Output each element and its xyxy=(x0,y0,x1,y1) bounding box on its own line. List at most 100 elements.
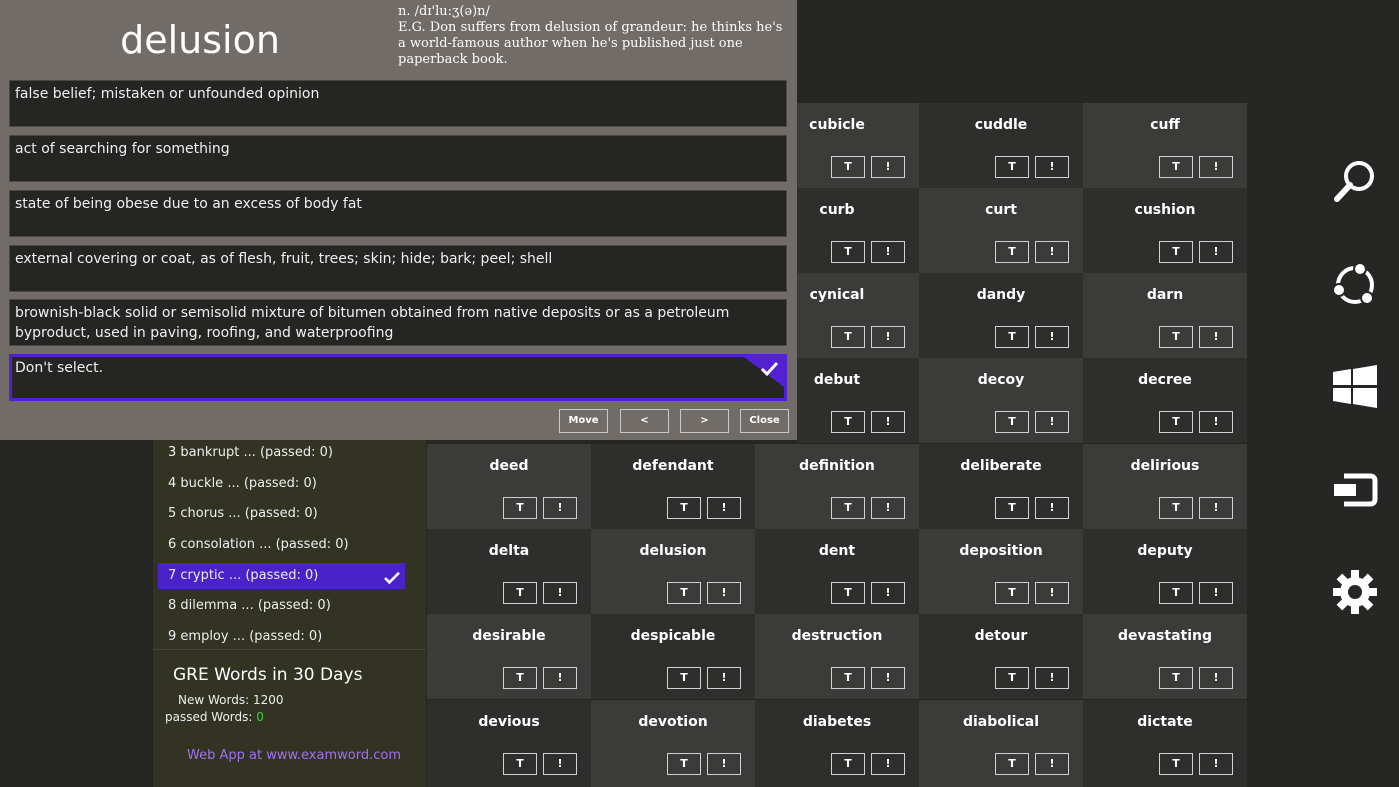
test-button[interactable]: T xyxy=(667,497,701,519)
move-button[interactable]: Move xyxy=(559,409,608,433)
test-button[interactable]: T xyxy=(1159,667,1193,689)
test-button[interactable]: T xyxy=(995,667,1029,689)
test-button[interactable]: T xyxy=(995,497,1029,519)
word-tile[interactable]: delta T! xyxy=(427,529,591,614)
word-tile[interactable]: deliberate T! xyxy=(919,444,1083,529)
lesson-item[interactable]: 6 consolation ... (passed: 0) xyxy=(158,532,405,558)
mark-button[interactable]: ! xyxy=(871,326,905,348)
test-button[interactable]: T xyxy=(831,753,865,775)
test-button[interactable]: T xyxy=(995,582,1029,604)
search-icon[interactable] xyxy=(1330,157,1380,207)
word-tile[interactable]: deposition T! xyxy=(919,529,1083,614)
test-button[interactable]: T xyxy=(1159,326,1193,348)
word-tile[interactable]: decree T! xyxy=(1083,358,1247,443)
test-button[interactable]: T xyxy=(667,582,701,604)
test-button[interactable]: T xyxy=(995,241,1029,263)
close-button[interactable]: Close xyxy=(740,409,789,433)
mark-button[interactable]: ! xyxy=(707,753,741,775)
test-button[interactable]: T xyxy=(503,753,537,775)
test-button[interactable]: T xyxy=(1159,497,1193,519)
test-button[interactable]: T xyxy=(995,411,1029,433)
word-tile[interactable]: cuddle T! xyxy=(919,103,1083,188)
word-tile[interactable]: delirious T! xyxy=(1083,444,1247,529)
test-button[interactable]: T xyxy=(831,326,865,348)
test-button[interactable]: T xyxy=(503,667,537,689)
mark-button[interactable]: ! xyxy=(1035,326,1069,348)
word-tile[interactable]: decoy T! xyxy=(919,358,1083,443)
mark-button[interactable]: ! xyxy=(543,753,577,775)
word-tile[interactable]: dent T! xyxy=(755,529,919,614)
mark-button[interactable]: ! xyxy=(1199,411,1233,433)
test-button[interactable]: T xyxy=(831,497,865,519)
test-button[interactable]: T xyxy=(1159,241,1193,263)
word-tile[interactable]: cubicle T! xyxy=(797,103,919,188)
mark-button[interactable]: ! xyxy=(1035,411,1069,433)
mark-button[interactable]: ! xyxy=(1035,753,1069,775)
word-tile[interactable]: definition T! xyxy=(755,444,919,529)
word-tile[interactable]: devotion T! xyxy=(591,700,755,787)
next-button[interactable]: > xyxy=(680,409,729,433)
mark-button[interactable]: ! xyxy=(871,582,905,604)
mark-button[interactable]: ! xyxy=(707,582,741,604)
definition-option[interactable]: act of searching for something xyxy=(9,135,787,182)
definition-option[interactable]: external covering or coat, as of flesh, … xyxy=(9,245,787,292)
lesson-item[interactable]: 8 dilemma ... (passed: 0) xyxy=(158,593,405,619)
word-tile[interactable]: destruction T! xyxy=(755,614,919,699)
mark-button[interactable]: ! xyxy=(871,667,905,689)
mark-button[interactable]: ! xyxy=(1199,156,1233,178)
lesson-item[interactable]: 4 buckle ... (passed: 0) xyxy=(158,471,405,497)
definition-option[interactable]: brownish-black solid or semisolid mixtur… xyxy=(9,299,787,346)
word-tile[interactable]: diabetes T! xyxy=(755,700,919,787)
test-button[interactable]: T xyxy=(1159,753,1193,775)
mark-button[interactable]: ! xyxy=(871,753,905,775)
mark-button[interactable]: ! xyxy=(1199,582,1233,604)
mark-button[interactable]: ! xyxy=(1035,497,1069,519)
word-tile[interactable]: detour T! xyxy=(919,614,1083,699)
word-tile[interactable]: dictate T! xyxy=(1083,700,1247,787)
lesson-item[interactable]: 5 chorus ... (passed: 0) xyxy=(158,501,405,527)
mark-button[interactable]: ! xyxy=(707,497,741,519)
word-tile[interactable]: cynical T! xyxy=(797,273,919,358)
mark-button[interactable]: ! xyxy=(543,497,577,519)
share-icon[interactable] xyxy=(1330,260,1380,310)
mark-button[interactable]: ! xyxy=(871,411,905,433)
word-tile[interactable]: diabolical T! xyxy=(919,700,1083,787)
mark-button[interactable]: ! xyxy=(871,156,905,178)
lesson-item[interactable]: 3 bankrupt ... (passed: 0) xyxy=(158,440,405,466)
web-app-link[interactable]: Web App at www.examword.com xyxy=(187,748,401,763)
test-button[interactable]: T xyxy=(503,582,537,604)
mark-button[interactable]: ! xyxy=(1199,241,1233,263)
definition-option[interactable]: state of being obese due to an excess of… xyxy=(9,190,787,237)
lesson-item[interactable]: 7 cryptic ... (passed: 0) xyxy=(158,562,405,589)
mark-button[interactable]: ! xyxy=(1035,241,1069,263)
test-button[interactable]: T xyxy=(667,667,701,689)
mark-button[interactable]: ! xyxy=(1035,667,1069,689)
word-tile[interactable]: delusion T! xyxy=(591,529,755,614)
word-tile[interactable]: devastating T! xyxy=(1083,614,1247,699)
mark-button[interactable]: ! xyxy=(871,497,905,519)
devices-icon[interactable] xyxy=(1330,465,1380,515)
test-button[interactable]: T xyxy=(831,156,865,178)
word-tile[interactable]: despicable T! xyxy=(591,614,755,699)
mark-button[interactable]: ! xyxy=(1199,497,1233,519)
mark-button[interactable]: ! xyxy=(871,241,905,263)
test-button[interactable]: T xyxy=(667,753,701,775)
mark-button[interactable]: ! xyxy=(1035,156,1069,178)
test-button[interactable]: T xyxy=(831,241,865,263)
lesson-item[interactable]: 9 employ ... (passed: 0) xyxy=(158,624,405,650)
test-button[interactable]: T xyxy=(831,667,865,689)
word-tile[interactable]: defendant T! xyxy=(591,444,755,529)
test-button[interactable]: T xyxy=(995,156,1029,178)
word-tile[interactable]: curb T! xyxy=(797,188,919,273)
mark-button[interactable]: ! xyxy=(543,582,577,604)
test-button[interactable]: T xyxy=(995,326,1029,348)
word-tile[interactable]: cushion T! xyxy=(1083,188,1247,273)
word-tile[interactable]: deputy T! xyxy=(1083,529,1247,614)
word-tile[interactable]: dandy T! xyxy=(919,273,1083,358)
test-button[interactable]: T xyxy=(995,753,1029,775)
start-icon[interactable] xyxy=(1330,362,1380,412)
word-tile[interactable]: cuff T! xyxy=(1083,103,1247,188)
word-tile[interactable]: deed T! xyxy=(427,444,591,529)
test-button[interactable]: T xyxy=(503,497,537,519)
test-button[interactable]: T xyxy=(1159,582,1193,604)
